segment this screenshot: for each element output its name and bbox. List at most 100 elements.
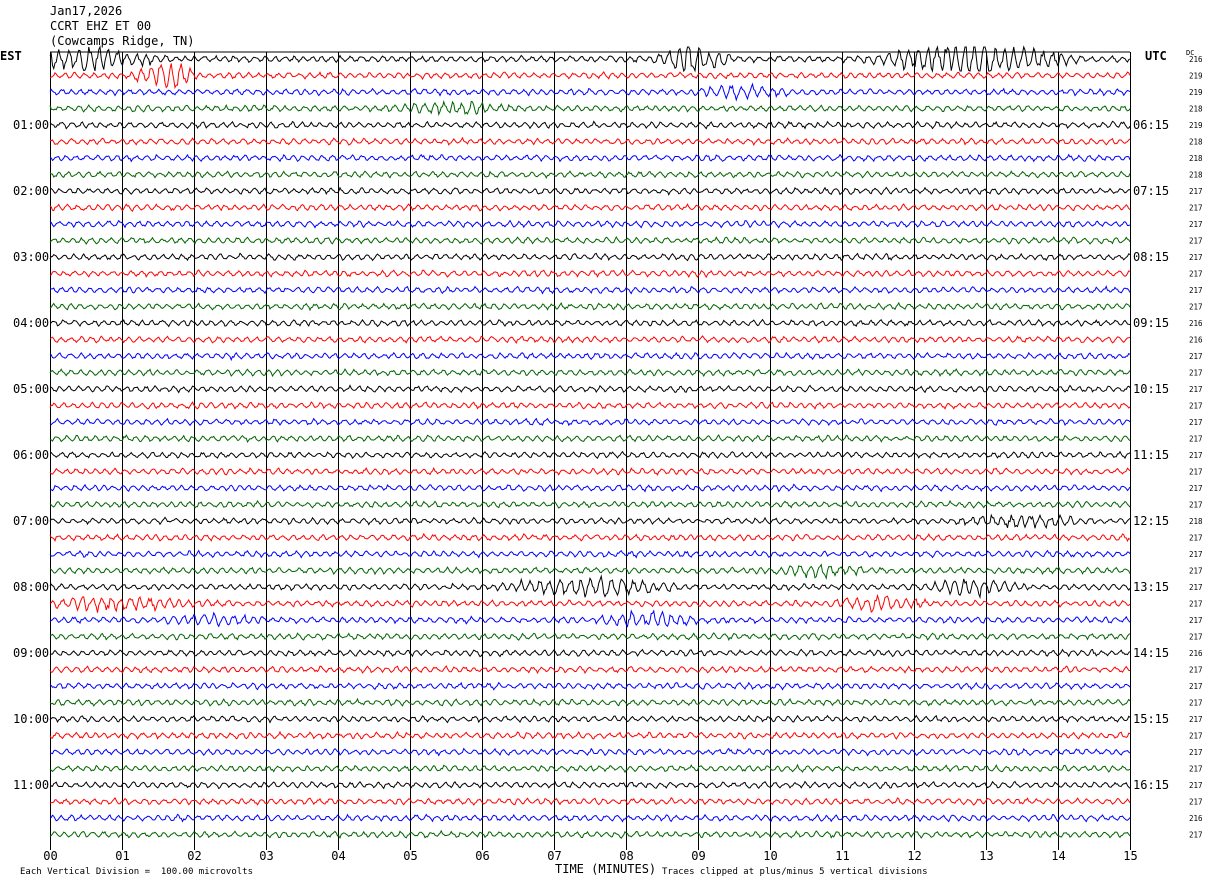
trace-row [49,384,1131,394]
dc-offset-label: 216 [1189,649,1203,658]
x-tick-label: 14 [1051,849,1065,863]
x-tick-label: 15 [1123,849,1137,863]
location-label: (Cowcamps Ridge, TN) [50,34,195,48]
trace-row [49,574,1131,600]
trace-row [49,665,1131,675]
right-hour-label: 06:15 [1133,118,1169,132]
left-hour-label: 09:00 [13,646,49,660]
x-tick-label: 05 [403,849,417,863]
trace-row [49,549,1131,559]
x-tick-label: 02 [187,849,201,863]
dc-offset-label: 216 [1189,814,1203,823]
dc-offset-label: 217 [1189,715,1203,724]
x-tick-label: 03 [259,849,273,863]
trace-row [49,813,1131,823]
dc-offset-label: 217 [1189,385,1203,394]
trace-row [49,268,1131,279]
trace-row [49,513,1131,530]
left-hour-label: 07:00 [13,514,49,528]
dc-offset-label: 217 [1189,616,1203,625]
dc-offset-label: 217 [1189,435,1203,444]
dc-offset-label: 217 [1189,369,1203,378]
dc-offset-label: 217 [1189,798,1203,807]
x-tick-label: 13 [979,849,993,863]
trace-row [49,417,1131,427]
dc-offset-label: 218 [1189,154,1203,163]
dc-offset-label: 217 [1189,468,1203,477]
trace-row [49,285,1131,295]
right-hour-label: 11:15 [1133,448,1169,462]
right-hour-label: 09:15 [1133,316,1169,330]
dc-offset-label: 217 [1189,550,1203,559]
trace-row [49,170,1131,179]
right-hour-label: 12:15 [1133,514,1169,528]
trace-row [49,318,1131,328]
trace-row [49,45,1131,73]
left-hour-label: 01:00 [13,118,49,132]
seismic-traces [49,45,1131,839]
dc-offset-label: 219 [1189,88,1203,97]
right-timezone: UTC [1145,49,1167,63]
trace-row [49,219,1131,229]
dc-offset-label: 217 [1189,748,1203,757]
dc-header: DC [1186,49,1195,57]
dc-offset-label: 217 [1189,187,1203,196]
trace-row [49,796,1131,806]
trace-row [49,186,1131,196]
trace-row [49,351,1131,362]
left-hour-label: 11:00 [13,778,49,792]
dc-offset-label: 217 [1189,765,1203,774]
x-tick-label: 00 [43,849,57,863]
trace-row [49,434,1131,443]
x-tick-label: 12 [907,849,921,863]
trace-row [49,450,1131,460]
trace-row [49,301,1131,312]
x-tick-label: 07 [547,849,561,863]
trace-row [49,697,1131,707]
trace-row [49,82,1131,102]
dc-offset-label: 217 [1189,402,1203,411]
trace-row [49,730,1131,740]
trace-row [49,136,1131,147]
trace-row [49,681,1131,691]
right-hour-label: 15:15 [1133,712,1169,726]
trace-row [49,252,1131,262]
date-label: Jan17,2026 [50,4,123,18]
trace-row [49,563,1131,580]
left-hour-label: 03:00 [13,250,49,264]
trace-row [49,466,1131,476]
trace-row [49,609,1131,628]
left-hour-label: 08:00 [13,580,49,594]
dc-offset-label: 216 [1189,319,1203,328]
right-hour-label: 13:15 [1133,580,1169,594]
right-hour-label: 16:15 [1133,778,1169,792]
dc-offset-label: 217 [1189,781,1203,790]
helicorder-chart: 00 01 02 03 04 05 06 07 08 09 10 11 12 13 14 15 216 219 21… [13,45,1203,863]
dc-offset-label: 217 [1189,501,1203,510]
station-label: CCRT EHZ ET 00 [50,19,152,33]
trace-row [49,401,1131,410]
right-hour-label: 08:15 [1133,250,1169,264]
dc-offset-label: 217 [1189,831,1203,840]
left-hour-label: 06:00 [13,448,49,462]
dc-offset-label: 216 [1189,336,1203,345]
x-tick-label: 10 [763,849,777,863]
trace-row [49,203,1131,213]
x-tick-label: 04 [331,849,345,863]
scale-note: Each Vertical Division = 100.00 microvol… [20,867,253,877]
dc-offset-label: 219 [1189,72,1203,81]
right-hour-label: 07:15 [1133,184,1169,198]
dc-offset-label: 217 [1189,286,1203,295]
x-tick-label: 01 [115,849,129,863]
dc-offset-label: 219 [1189,121,1203,130]
dc-offset-label: 217 [1189,633,1203,642]
trace-row [49,483,1131,493]
trace-row [49,335,1131,345]
dc-offset-label: 217 [1189,567,1203,576]
trace-row [49,763,1131,774]
dc-offset-label: 217 [1189,204,1203,213]
left-hour-label: 10:00 [13,712,49,726]
dc-offset-label: 217 [1189,303,1203,312]
left-hour-label: 05:00 [13,382,49,396]
dc-offset-label: 217 [1189,534,1203,543]
